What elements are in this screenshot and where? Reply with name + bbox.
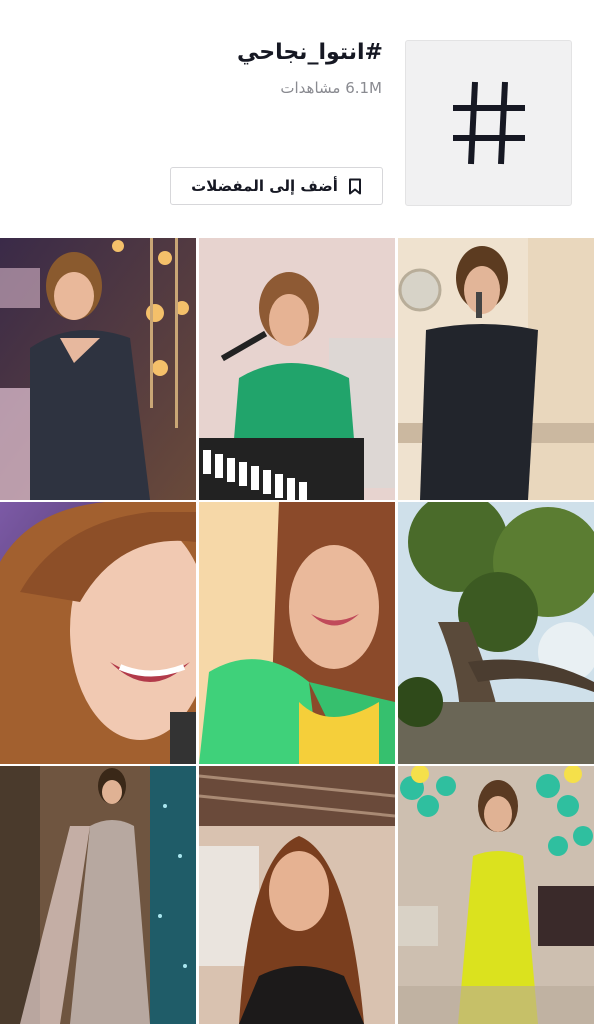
view-count: 6.1M مشاهدات — [280, 79, 382, 97]
hashtag-icon — [452, 81, 525, 165]
video-thumbnail-8[interactable] — [199, 766, 395, 1024]
video-thumbnail-4[interactable] — [0, 502, 196, 764]
add-to-favorites-label: أضف إلى المفضلات — [191, 177, 338, 195]
video-thumbnail-5[interactable] — [199, 502, 395, 764]
video-thumbnail-1[interactable] — [0, 238, 196, 500]
bookmark-icon — [348, 178, 361, 194]
video-thumbnail-6[interactable] — [398, 502, 594, 764]
video-thumbnail-2[interactable] — [199, 238, 395, 500]
hashtag-avatar — [405, 40, 572, 206]
hashtag-title: #انتوا_نجاحي — [236, 40, 383, 65]
video-thumbnail-3[interactable] — [398, 238, 594, 500]
video-grid — [0, 238, 594, 1024]
video-thumbnail-9[interactable] — [398, 766, 594, 1024]
video-thumbnail-7[interactable] — [0, 766, 196, 1024]
add-to-favorites-button[interactable]: أضف إلى المفضلات — [170, 167, 383, 205]
hashtag-header: #انتوا_نجاحي 6.1M مشاهدات أضف إلى المفضل… — [0, 0, 594, 238]
